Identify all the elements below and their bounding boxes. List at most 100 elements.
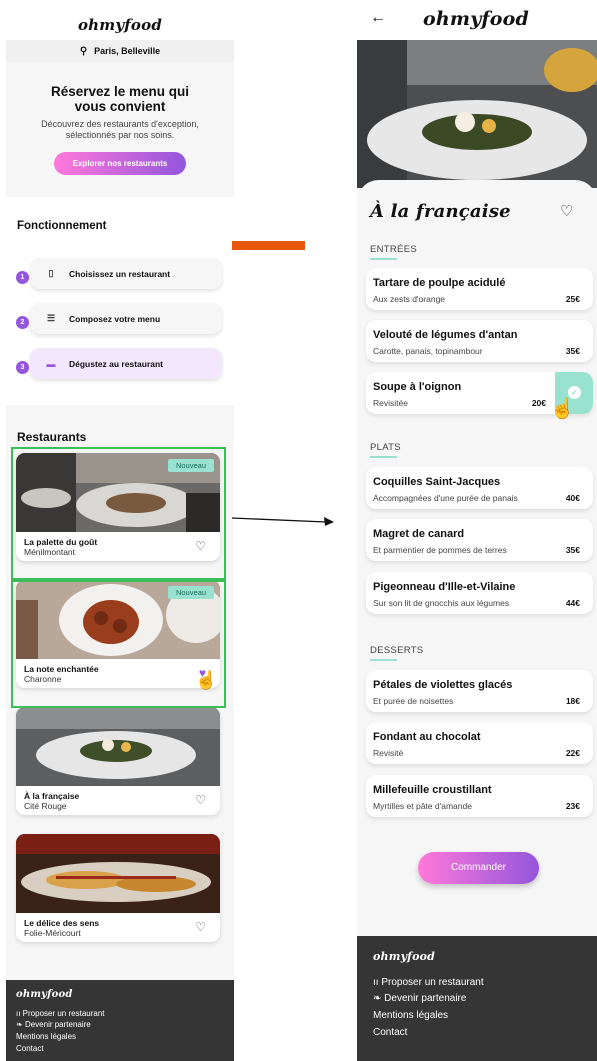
explore-restaurants-button[interactable]: Explorer nos restaurants (54, 152, 186, 175)
restaurant-hero-photo (357, 40, 597, 188)
dish-name: Millefeuille croustillant (373, 784, 492, 796)
step-number-2: 2 (16, 316, 29, 329)
dish-price: 18€ (565, 696, 580, 706)
how-it-works-title: Fonctionnement (17, 220, 107, 232)
dish-card[interactable]: Tartare de poulpe acidulé Aux zests d'or… (366, 268, 593, 310)
step-1-label: Choisissez un restaurant (69, 268, 171, 279)
dish-description: Revisité (373, 748, 404, 758)
menu-footer: ohmyfood ıı Proposer un restaurant ❧ Dev… (357, 936, 597, 1061)
dish-description: Aux zests d'orange (373, 294, 446, 304)
dish-name: Magret de canard (373, 528, 465, 540)
dish-description: Revisitée (373, 398, 408, 408)
footer-logo: ohmyfood (16, 989, 73, 1000)
annotation-bar (232, 241, 305, 250)
leaf-icon: ❧ (373, 993, 385, 1004)
dish-name: Soupe à l'oignon (373, 381, 462, 393)
dish-description: Sur son lit de gnocchis aux légumes (373, 598, 510, 608)
dish-price: 35€ (565, 346, 580, 356)
pointer-hand-icon: ☝ (550, 398, 575, 420)
how-it-works-section: Fonctionnement 1 ▯ Choisissez un restaur… (6, 210, 234, 407)
location-bar[interactable]: ⚲ Paris, Belleville (6, 40, 234, 62)
dish-description: Et parmentier de pommes de terres (373, 545, 507, 555)
pointer-hand-icon: ☝ (195, 670, 218, 690)
hero-title: Réservez le menu qui vous convient (50, 84, 190, 114)
step-1: ▯ Choisissez un restaurant (30, 258, 222, 289)
dish-name: Tartare de poulpe acidulé (373, 277, 506, 289)
home-screen: ohmyfood ⚲ Paris, Belleville Réservez le… (6, 10, 234, 1061)
dish-description: Et purée de noisettes (373, 696, 454, 706)
dish-card[interactable]: Coquilles Saint-Jacques Accompagnées d'u… (366, 467, 593, 509)
home-footer: ohmyfood ıı Proposer un restaurant ❧ Dev… (6, 980, 234, 1061)
dish-price: 20€ (531, 398, 546, 408)
dish-description: Carotte, panais, topinambour (373, 346, 483, 356)
footer-logo: ohmyfood (373, 950, 436, 963)
restaurant-area: Folie-Méricourt (24, 928, 81, 938)
map-pin-icon: ⚲ (79, 45, 88, 57)
menu-logo[interactable]: ohmyfood (423, 8, 529, 30)
dish-card[interactable]: Millefeuille croustillant Myrtilles et p… (366, 775, 593, 817)
list-icon: ☰ (46, 313, 56, 323)
step-3-label: Dégustez au restaurant (69, 358, 163, 369)
section-title-plats: PLATS (370, 442, 401, 453)
restaurant-area: Cité Rouge (24, 801, 67, 811)
footer-link-contact[interactable]: Contact (16, 1044, 44, 1053)
restaurant-photo-4 (16, 834, 220, 913)
dish-name: Velouté de légumes d'antan (373, 329, 518, 341)
tray-icon: ▬ (46, 358, 56, 369)
restaurant-name: Le délice des sens (24, 918, 100, 928)
dish-name: Pétales de violettes glacés (373, 679, 513, 691)
location-label: Paris, Belleville (94, 46, 161, 56)
back-arrow-icon[interactable]: ← (370, 9, 386, 27)
restaurant-photo-3 (16, 707, 220, 786)
dish-card[interactable]: Pétales de violettes glacés Et purée de … (366, 670, 593, 712)
step-2: ☰ Composez votre menu (30, 303, 222, 334)
menu-header: ← ohmyfood (357, 0, 597, 40)
footer-link-propose[interactable]: ıı Proposer un restaurant (16, 1009, 105, 1018)
section-underline (370, 258, 397, 260)
hero-subtitle: Découvrez des restaurants d'exception, s… (41, 119, 199, 140)
restaurant-title: À la française (370, 201, 511, 222)
dish-description: Myrtilles et pâte d'amande (373, 801, 472, 811)
section-title-entrees: ENTRÉES (370, 244, 417, 255)
dish-price: 22€ (565, 748, 580, 758)
dish-card[interactable]: Pigeonneau d'Ille-et-Vilaine Sur son lit… (366, 572, 593, 614)
footer-link-partner[interactable]: ❧ Devenir partenaire (373, 993, 466, 1004)
heart-icon[interactable]: ♡ (560, 202, 573, 220)
order-button[interactable]: Commander (418, 852, 539, 884)
highlight-box-card-2 (11, 578, 226, 708)
dish-price: 23€ (565, 801, 580, 811)
home-header: ohmyfood (6, 10, 234, 40)
heart-icon[interactable]: ♡ (195, 920, 206, 934)
cutlery-icon: ıı (16, 1009, 23, 1018)
step-number-3: 3 (16, 361, 29, 374)
dish-card[interactable]: Magret de canard Et parmentier de pommes… (366, 519, 593, 561)
step-2-label: Composez votre menu (69, 313, 161, 324)
dish-name: Coquilles Saint-Jacques (373, 476, 501, 488)
section-underline (370, 456, 397, 458)
dish-card[interactable]: Fondant au chocolat Revisité 22€ (366, 722, 593, 764)
dish-name: Fondant au chocolat (373, 731, 481, 743)
section-underline (370, 659, 397, 661)
heart-icon[interactable]: ♡ (195, 793, 206, 807)
dish-price: 40€ (565, 493, 580, 503)
arrow-connector (231, 517, 334, 526)
section-title-desserts: DESSERTS (370, 645, 424, 656)
home-hero: Réservez le menu qui vous convient Décou… (6, 62, 234, 197)
footer-link-contact[interactable]: Contact (373, 1027, 407, 1038)
restaurants-title: Restaurants (17, 430, 87, 444)
dish-card[interactable]: Velouté de légumes d'antan Carotte, pana… (366, 320, 593, 362)
highlight-box-card-1 (11, 447, 226, 582)
home-logo[interactable]: ohmyfood (78, 16, 162, 34)
dish-price: 25€ (565, 294, 580, 304)
footer-link-legal[interactable]: Mentions légales (373, 1010, 448, 1021)
footer-link-partner[interactable]: ❧ Devenir partenaire (16, 1020, 91, 1029)
step-number-1: 1 (16, 271, 29, 284)
dish-price: 44€ (565, 598, 580, 608)
restaurant-card-4[interactable]: Le délice des sens Folie-Méricourt ♡ (16, 834, 220, 942)
footer-link-propose[interactable]: ıı Proposer un restaurant (373, 977, 484, 988)
footer-link-legal[interactable]: Mentions légales (16, 1032, 76, 1041)
step-3: ▬ Dégustez au restaurant (30, 348, 222, 379)
dish-name: Pigeonneau d'Ille-et-Vilaine (373, 581, 516, 593)
restaurant-card-3[interactable]: À la française Cité Rouge ♡ (16, 707, 220, 815)
dish-description: Accompagnées d'une purée de panais (373, 493, 518, 503)
